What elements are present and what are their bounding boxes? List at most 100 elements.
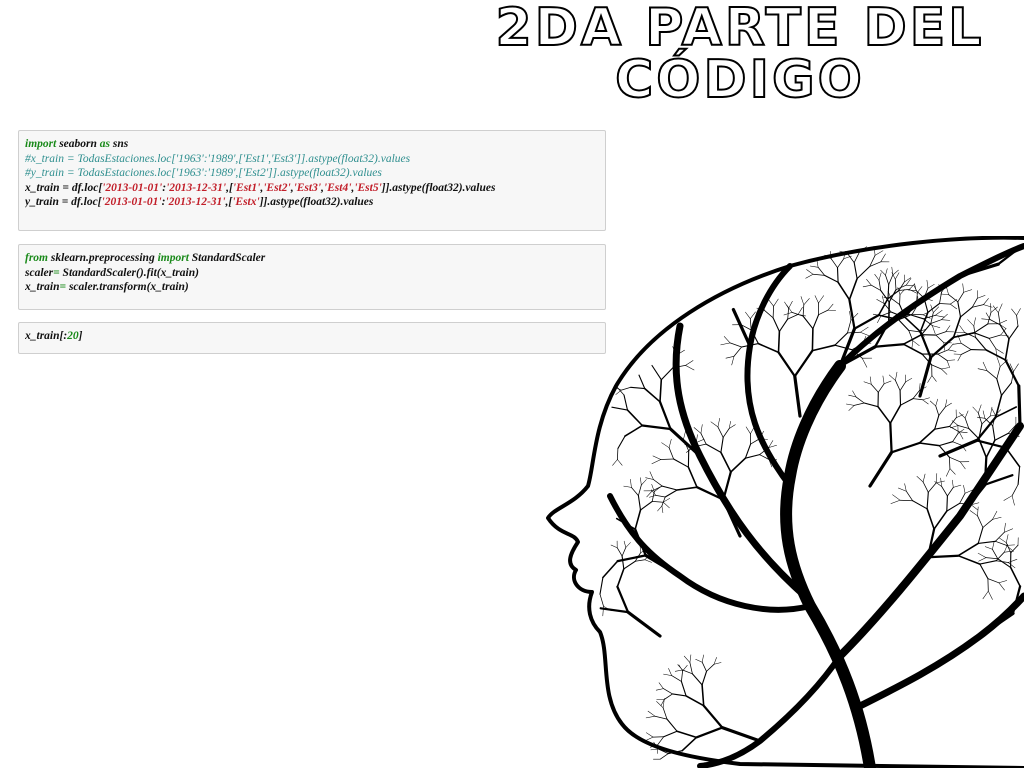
tree-twig — [977, 416, 986, 419]
tree-twig — [890, 441, 921, 454]
tree-twig — [722, 470, 732, 501]
tree-twig — [744, 454, 761, 459]
tree-twig — [768, 299, 774, 307]
tree-twig — [617, 435, 626, 450]
code-token: '2013-01-01' — [102, 181, 163, 194]
tree-twig — [890, 499, 901, 504]
code-cell-scaler[interactable]: from sklearn.preprocessing import Standa… — [18, 244, 606, 310]
tree-twig — [599, 576, 604, 595]
tree-twig — [664, 489, 678, 498]
tree-twig — [730, 457, 747, 473]
tree-twig — [935, 405, 940, 416]
tree-twig — [927, 375, 933, 383]
tree-twig — [802, 304, 805, 317]
code-token: ] — [78, 330, 83, 342]
tree-twig — [883, 380, 892, 385]
tree-twig — [731, 356, 735, 366]
tree-twig — [861, 357, 868, 368]
tree-twig — [652, 455, 662, 460]
tree-twig — [863, 402, 879, 408]
tree-twig — [968, 427, 980, 440]
tree-twig — [599, 593, 604, 607]
tree-twig — [977, 540, 996, 544]
tree-twig — [1011, 495, 1015, 506]
tree-twig — [656, 701, 664, 708]
tree-twig — [963, 289, 973, 293]
tree-twig — [853, 262, 858, 280]
tree-twig — [946, 502, 961, 512]
code-line: y_train = df.loc['2013-01-01':'2013-12-3… — [25, 195, 599, 210]
tree-twig — [1000, 382, 1012, 396]
tree-twig — [992, 517, 1002, 520]
tree-twig — [661, 485, 678, 491]
tree-twig — [948, 343, 954, 351]
tree-twig — [683, 655, 691, 663]
tree-twig — [634, 509, 642, 530]
tree-twig — [998, 582, 1005, 591]
tree-twig — [848, 405, 855, 411]
tree-twig — [988, 338, 997, 349]
tree-twig — [706, 663, 715, 672]
tree-twig — [772, 305, 774, 319]
tree-twig — [847, 253, 855, 263]
tree-twig — [892, 269, 899, 276]
tree-twig — [689, 662, 693, 675]
tree-twig — [977, 368, 988, 371]
tree-twig — [986, 370, 998, 380]
tree-twig — [874, 250, 884, 256]
tree-twig — [685, 365, 695, 371]
tree-twig — [824, 274, 839, 283]
tree-twig — [663, 693, 673, 700]
tree-twig — [814, 295, 819, 304]
tree-twig — [947, 487, 954, 497]
tree-twig — [938, 441, 954, 447]
tree-twig — [922, 399, 929, 405]
code-line: from sklearn.preprocessing import Standa… — [25, 251, 599, 266]
tree-twig — [938, 438, 979, 458]
tree-twig — [638, 374, 646, 390]
tree-twig — [701, 661, 707, 672]
tree-twig — [934, 310, 943, 316]
code-line: import seaborn as sns — [25, 137, 599, 152]
tree-twig — [676, 486, 698, 491]
tree-twig — [927, 284, 935, 289]
tree-twig — [625, 542, 631, 548]
tree-twig — [848, 277, 858, 301]
tree-twig — [927, 482, 937, 493]
code-cell-preview[interactable]: x_train[:20] — [18, 322, 606, 354]
tree-twig — [847, 331, 861, 334]
tree-twig — [958, 431, 964, 440]
code-token: 20 — [67, 330, 79, 342]
tree-twig — [803, 298, 810, 306]
tree-twig — [885, 268, 888, 276]
tree-twig — [873, 343, 905, 348]
tree-twig — [713, 662, 722, 665]
tree-branch — [697, 653, 843, 768]
tree-twig — [668, 668, 672, 676]
tree-twig — [998, 580, 1008, 584]
code-cell-imports[interactable]: import seaborn as sns #x_train = TodasEst… — [18, 130, 606, 231]
code-line: #y_train = TodasEstaciones.loc['1963':'1… — [25, 166, 599, 181]
tree-twig — [681, 670, 683, 682]
tree-twig — [952, 316, 962, 339]
tree-twig — [786, 304, 793, 313]
tree-twig — [701, 654, 704, 663]
tree-twig — [837, 258, 845, 269]
tree-twig — [764, 310, 774, 319]
code-token: '2013-12-31' — [165, 196, 226, 208]
tree-twig — [655, 495, 666, 498]
tree-twig — [926, 491, 929, 510]
code-token: sns — [110, 138, 129, 150]
tree-twig — [941, 486, 948, 497]
code-line: x_train = df.loc['2013-01-01':'2013-12-3… — [25, 181, 599, 196]
tree-twig — [992, 541, 995, 550]
tree-twig — [654, 715, 668, 720]
tree-twig — [649, 495, 657, 498]
tree-twig — [778, 318, 789, 333]
tree-twig — [827, 303, 834, 311]
tree-twig — [797, 307, 803, 315]
tree-twig — [733, 346, 742, 357]
tree-twig — [853, 251, 860, 263]
tree-twig — [994, 432, 1009, 441]
tree-twig — [977, 526, 984, 544]
